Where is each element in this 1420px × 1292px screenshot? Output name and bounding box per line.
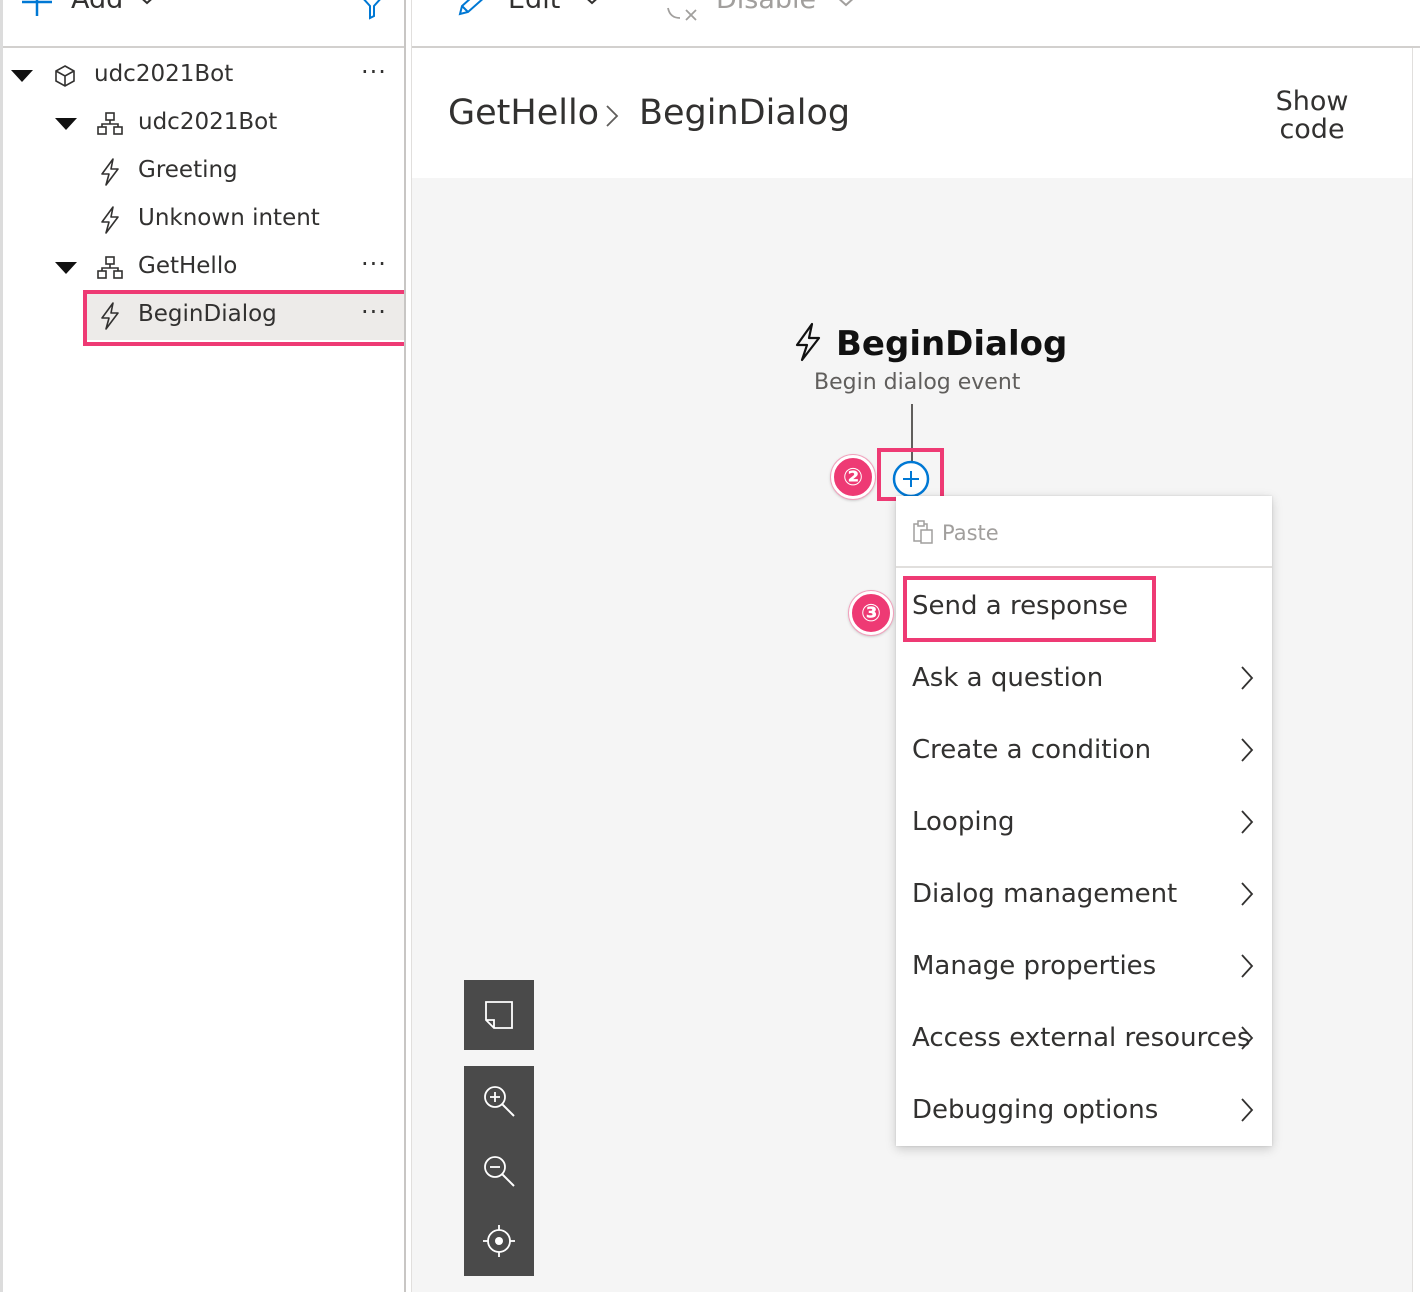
chevron-right-icon: [606, 105, 619, 127]
chevron-right-icon: [1241, 666, 1254, 690]
right-edge: [1412, 48, 1420, 1292]
highlight-step1: [83, 290, 409, 346]
left-toolbar: Add: [3, 0, 404, 48]
dialog-tree-icon: [97, 112, 123, 135]
disable-button[interactable]: Disable: [666, 0, 866, 28]
comment-button[interactable]: [464, 980, 534, 1050]
more-options-icon[interactable]: ···: [361, 60, 387, 84]
pencil-icon: [458, 0, 484, 16]
caret-down-icon[interactable]: [11, 70, 33, 82]
chevron-right-icon: [1241, 882, 1254, 906]
disable-icon: [667, 7, 697, 21]
caret-down-icon[interactable]: [55, 118, 77, 130]
chevron-down-icon: [142, 0, 152, 5]
trigger-node[interactable]: BeginDialog Begin dialog event: [790, 322, 1067, 402]
menu-item-manage-properties[interactable]: Manage properties: [896, 930, 1272, 1002]
show-code-line1: Show: [1275, 86, 1349, 117]
menu-item-paste-label: Paste: [942, 521, 999, 545]
more-options-icon[interactable]: ···: [361, 252, 387, 276]
note-icon: [485, 1001, 513, 1029]
plus-icon: [22, 0, 52, 16]
show-code-button[interactable]: Show code: [1262, 88, 1362, 144]
zoom-out-icon[interactable]: [482, 1154, 516, 1188]
menu-item-access-external-resources[interactable]: Access external resources: [896, 1002, 1272, 1074]
menu-item-paste[interactable]: Paste: [896, 496, 1272, 568]
menu-item-ask-question[interactable]: Ask a question: [896, 642, 1272, 714]
lightning-icon: [795, 322, 821, 362]
highlight-step3: [903, 576, 1156, 642]
tree-item-dialog-main[interactable]: udc2021Bot: [3, 100, 404, 148]
zoom-toolbar: [464, 1066, 534, 1276]
menu-item-label: Manage properties: [912, 951, 1157, 981]
trigger-node-title: BeginDialog: [836, 324, 1068, 364]
tree-item-label: Unknown intent: [138, 205, 320, 231]
menu-item-label: Access external resources: [912, 1023, 1251, 1053]
zoom-in-icon[interactable]: [482, 1084, 516, 1118]
highlight-step2: [877, 448, 944, 501]
menu-item-dialog-management[interactable]: Dialog management: [896, 858, 1272, 930]
menu-item-label: Create a condition: [912, 735, 1152, 765]
tree-item-bot[interactable]: udc2021Bot ···: [3, 52, 404, 100]
menu-item-looping[interactable]: Looping: [896, 786, 1272, 858]
menu-item-debugging-options[interactable]: Debugging options: [896, 1074, 1272, 1146]
menu-item-label: Dialog management: [912, 879, 1178, 909]
add-button[interactable]: Add: [19, 0, 159, 30]
tree-item-greeting[interactable]: Greeting: [3, 148, 404, 196]
panel-splitter[interactable]: [404, 0, 412, 1292]
chevron-down-icon: [587, 0, 597, 5]
edit-button[interactable]: Edit: [456, 0, 606, 30]
filter-icon[interactable]: [359, 0, 385, 20]
caret-down-icon[interactable]: [55, 262, 77, 274]
breadcrumb-parent[interactable]: GetHello: [448, 93, 599, 133]
chevron-right-icon: [1241, 1098, 1254, 1122]
editor-header: GetHello BeginDialog Show code: [412, 48, 1412, 178]
show-code-line2: code: [1279, 114, 1345, 145]
breadcrumb-current: BeginDialog: [639, 93, 851, 133]
step-badge-2: ②: [831, 455, 875, 499]
tree-item-gethello[interactable]: GetHello ···: [3, 244, 404, 292]
step-badge-3: ③: [849, 591, 893, 635]
right-toolbar: Edit Disable: [412, 0, 1420, 48]
chevron-right-icon: [1241, 810, 1254, 834]
menu-item-label: Debugging options: [912, 1095, 1159, 1125]
add-label: Add: [71, 0, 123, 15]
dialog-tree-icon: [97, 256, 123, 279]
tree-item-label: udc2021Bot: [94, 61, 234, 87]
chevron-right-icon: [1241, 954, 1254, 978]
tree-item-label: GetHello: [138, 253, 238, 279]
chevron-down-icon: [838, 0, 854, 7]
paste-icon: [913, 520, 933, 544]
menu-item-create-condition[interactable]: Create a condition: [896, 714, 1272, 786]
menu-item-label: Looping: [912, 807, 1015, 837]
chevron-right-icon: [1241, 738, 1254, 762]
lightning-icon: [101, 158, 119, 186]
tree-item-label: udc2021Bot: [138, 109, 278, 135]
disable-label: Disable: [716, 0, 816, 15]
chevron-right-icon: [1241, 1026, 1254, 1050]
menu-item-label: Ask a question: [912, 663, 1104, 693]
trigger-node-subtitle: Begin dialog event: [814, 370, 1021, 395]
cube-icon: [55, 65, 75, 87]
tree-item-label: Greeting: [138, 157, 238, 183]
tree-item-unknown-intent[interactable]: Unknown intent: [3, 196, 404, 244]
lightning-icon: [101, 206, 119, 234]
fit-center-icon[interactable]: [482, 1224, 516, 1258]
edit-label: Edit: [508, 0, 560, 15]
